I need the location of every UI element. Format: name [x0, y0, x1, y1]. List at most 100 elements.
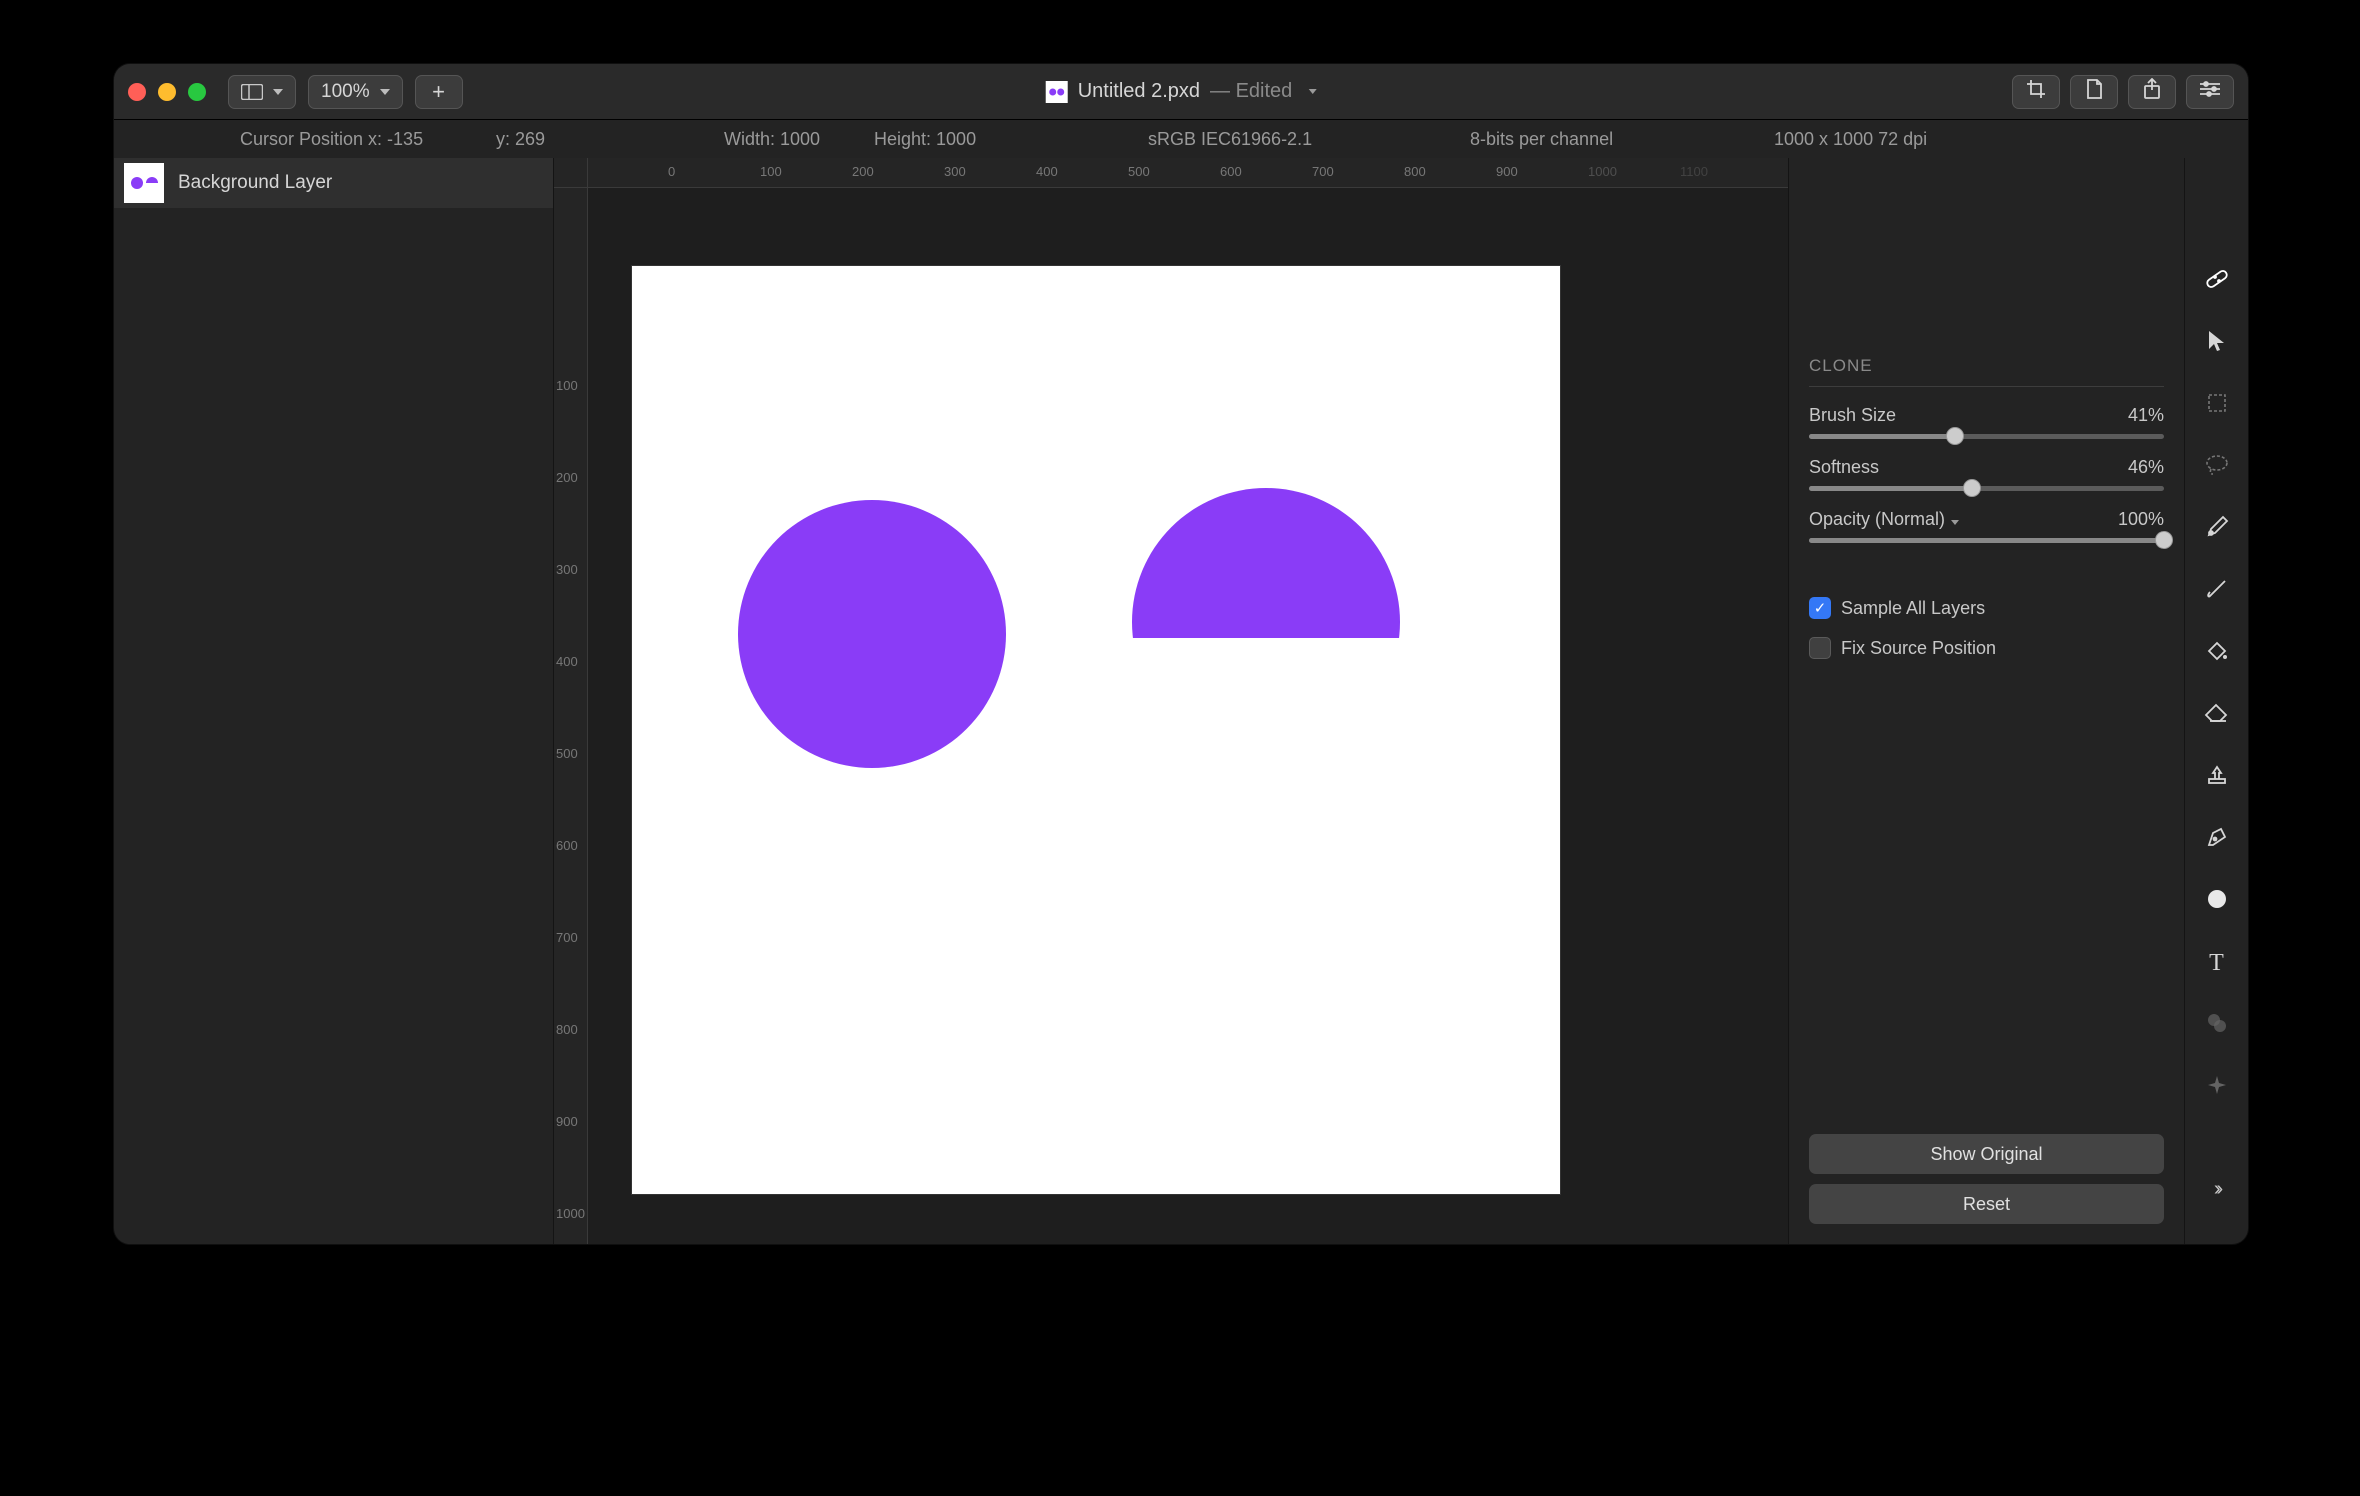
- ruler-tick: 100: [760, 164, 782, 179]
- lasso-tool-button[interactable]: [2202, 452, 2232, 482]
- chevron-right-double-icon: ››: [2214, 1178, 2219, 1201]
- canvas-shape-circle: [738, 500, 1006, 768]
- brush-size-slider[interactable]: [1809, 434, 2164, 439]
- opacity-value: 100%: [2118, 509, 2164, 530]
- titlebar-right-controls: [2012, 75, 2234, 109]
- ruler-tick: 800: [556, 1022, 578, 1037]
- softness-slider[interactable]: [1809, 486, 2164, 491]
- crop-icon: [2206, 392, 2228, 419]
- filename-label: Untitled 2.pxd: [1078, 80, 1200, 103]
- bits-label: 8-bits per channel: [1470, 129, 1613, 150]
- page-icon: [2085, 79, 2103, 104]
- adjustments-button[interactable]: [2186, 75, 2234, 109]
- dimensions-label: 1000 x 1000 72 dpi: [1774, 129, 1927, 150]
- crop-tool-button[interactable]: [2012, 75, 2060, 109]
- ruler-tick: 1100: [1680, 164, 1708, 179]
- opacity-label[interactable]: Opacity (Normal): [1809, 509, 1959, 530]
- colorspace-label: sRGB IEC61966-2.1: [1148, 129, 1312, 150]
- softness-control: Softness 46%: [1809, 457, 2164, 491]
- lasso-icon: [2205, 454, 2229, 481]
- slider-thumb[interactable]: [1963, 479, 1981, 497]
- brush-tool-button[interactable]: [2202, 576, 2232, 606]
- chevron-down-icon: [1951, 520, 1959, 525]
- ruler-tick: 400: [556, 654, 578, 669]
- canvas-shape-clone: [1132, 488, 1400, 756]
- bucket-icon: [2205, 639, 2229, 668]
- canvas-area[interactable]: 0 100 200 300 400 500 600 700 800 900 10…: [554, 158, 1788, 1244]
- overlap-circles-icon: [2205, 1012, 2229, 1039]
- opacity-slider[interactable]: [1809, 538, 2164, 543]
- reset-button[interactable]: Reset: [1809, 1184, 2164, 1224]
- tool-strip: T ››: [2184, 158, 2248, 1244]
- close-window-button[interactable]: [128, 83, 146, 101]
- crop-icon: [2026, 79, 2046, 104]
- ruler-tick: 700: [556, 930, 578, 945]
- ruler-tick: 900: [556, 1114, 578, 1129]
- move-tool-button[interactable]: [2202, 328, 2232, 358]
- show-original-button[interactable]: Show Original: [1809, 1134, 2164, 1174]
- ruler-tick: 600: [1220, 164, 1242, 179]
- eraser-icon: [2204, 703, 2230, 728]
- cursor-icon: [2207, 329, 2227, 358]
- ruler-tick: 500: [556, 746, 578, 761]
- app-window: 100% + Untitled 2.pxd — Edited: [114, 64, 2248, 1244]
- minimize-window-button[interactable]: [158, 83, 176, 101]
- slider-thumb[interactable]: [2155, 531, 2173, 549]
- document-title[interactable]: Untitled 2.pxd — Edited: [1046, 80, 1317, 103]
- ruler-tick: 300: [944, 164, 966, 179]
- fix-source-row[interactable]: Fix Source Position: [1809, 637, 2164, 659]
- inspector-heading: CLONE: [1809, 356, 2164, 387]
- ruler-tick: 300: [556, 562, 578, 577]
- inspector-panel: CLONE Brush Size 41% Softness 46%: [1788, 158, 2184, 1244]
- expand-tools-button[interactable]: ››: [2202, 1174, 2232, 1204]
- brush-size-label: Brush Size: [1809, 405, 1896, 426]
- sidebar-toggle-button[interactable]: [228, 75, 296, 109]
- shape-tool-button[interactable]: [2202, 886, 2232, 916]
- cursor-x-label: Cursor Position x: -135: [240, 129, 423, 150]
- pen-tool-button[interactable]: [2202, 824, 2232, 854]
- fix-source-label: Fix Source Position: [1841, 638, 1996, 659]
- layer-thumbnail: [124, 163, 164, 203]
- ruler-tick: 900: [1496, 164, 1518, 179]
- text-tool-button[interactable]: T: [2202, 948, 2232, 978]
- eraser-tool-button[interactable]: [2202, 700, 2232, 730]
- ruler-tick: 200: [556, 470, 578, 485]
- brush-size-value: 41%: [2128, 405, 2164, 426]
- ruler-tick: 600: [556, 838, 578, 853]
- crop-tool-button[interactable]: [2202, 390, 2232, 420]
- layer-item[interactable]: Background Layer: [114, 158, 553, 208]
- titlebar: 100% + Untitled 2.pxd — Edited: [114, 64, 2248, 120]
- softness-value: 46%: [2128, 457, 2164, 478]
- slider-thumb[interactable]: [1946, 427, 1964, 445]
- height-label: Height: 1000: [874, 129, 976, 150]
- eyedropper-icon: [2205, 515, 2229, 544]
- info-bar: Cursor Position x: -135 y: 269 Width: 10…: [114, 120, 2248, 158]
- fullscreen-window-button[interactable]: [188, 83, 206, 101]
- zoom-dropdown[interactable]: 100%: [308, 75, 403, 109]
- share-icon: [2143, 78, 2161, 105]
- canvas[interactable]: [632, 266, 1560, 1194]
- share-button[interactable]: [2128, 75, 2176, 109]
- color-adjust-tool-button[interactable]: [2202, 1010, 2232, 1040]
- stamp-icon: [2205, 763, 2229, 792]
- opacity-control: Opacity (Normal) 100%: [1809, 509, 2164, 543]
- cursor-y-label: y: 269: [496, 129, 545, 150]
- fill-tool-button[interactable]: [2202, 638, 2232, 668]
- horizontal-ruler: 0 100 200 300 400 500 600 700 800 900 10…: [588, 158, 1788, 188]
- sample-all-layers-checkbox[interactable]: ✓: [1809, 597, 1831, 619]
- add-button[interactable]: +: [415, 75, 463, 109]
- sample-all-layers-row[interactable]: ✓ Sample All Layers: [1809, 597, 2164, 619]
- effects-tool-button[interactable]: [2202, 1072, 2232, 1102]
- repair-tool-button[interactable]: [2202, 266, 2232, 296]
- ruler-tick: 700: [1312, 164, 1334, 179]
- bandage-icon: [2204, 266, 2230, 297]
- color-picker-tool-button[interactable]: [2202, 514, 2232, 544]
- page-button[interactable]: [2070, 75, 2118, 109]
- sample-all-layers-label: Sample All Layers: [1841, 598, 1985, 619]
- ruler-tick: 500: [1128, 164, 1150, 179]
- fix-source-checkbox[interactable]: [1809, 637, 1831, 659]
- vertical-ruler: 100 200 300 400 500 600 700 800 900 1000: [554, 188, 588, 1244]
- width-label: Width: 1000: [724, 129, 820, 150]
- edited-label: — Edited: [1210, 80, 1292, 103]
- clone-tool-button[interactable]: [2202, 762, 2232, 792]
